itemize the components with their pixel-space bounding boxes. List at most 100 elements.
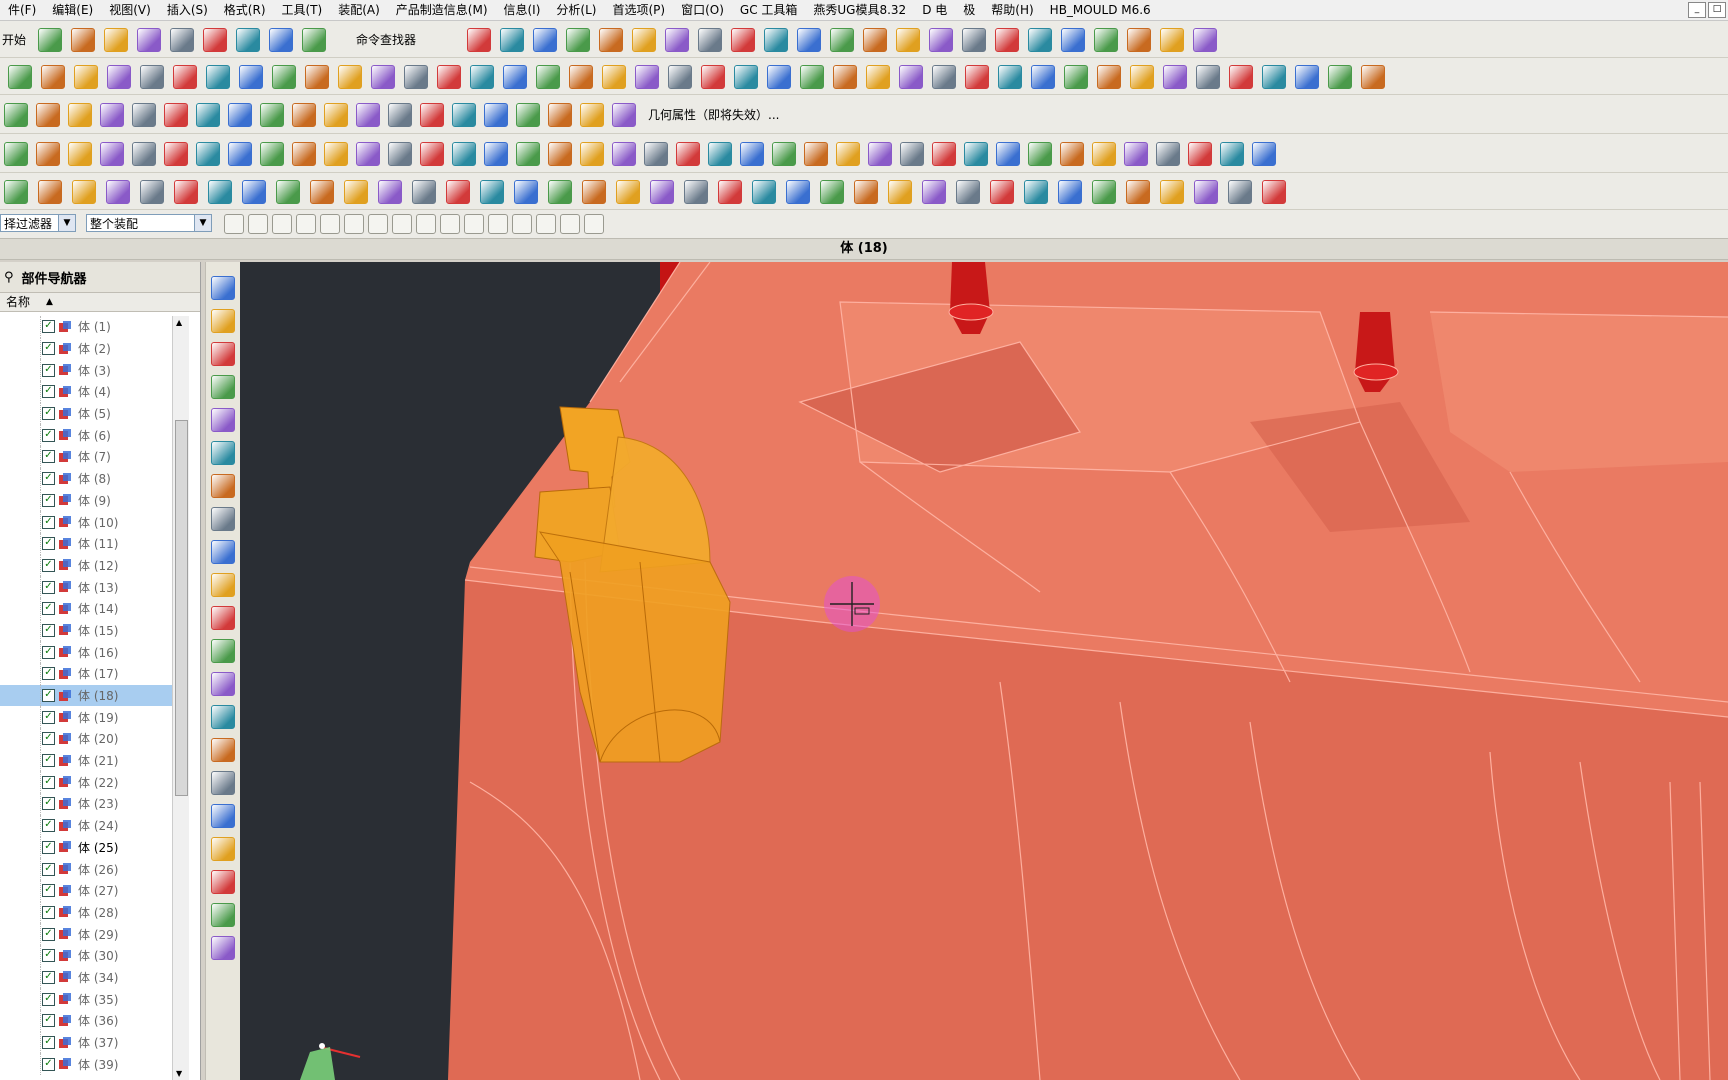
tool-icon[interactable] — [616, 180, 640, 204]
visibility-checkbox[interactable]: ✓ — [42, 515, 55, 529]
menu-item[interactable]: 窗口(O) — [673, 0, 732, 20]
scroll-down-icon[interactable]: ▼ — [176, 1069, 182, 1078]
tree-row[interactable]: ✓ 体 (9) — [0, 489, 172, 512]
tool-icon[interactable] — [830, 28, 854, 52]
visibility-checkbox[interactable]: ✓ — [42, 602, 55, 616]
snap-point-icon[interactable] — [584, 214, 604, 234]
tool-icon[interactable] — [4, 103, 28, 127]
tool-icon[interactable] — [698, 28, 722, 52]
type-filter-select[interactable]: 择过滤器 ▼ — [0, 214, 76, 232]
resource-tab-icon[interactable] — [211, 375, 235, 399]
tool-icon[interactable] — [676, 142, 700, 166]
new-file-icon[interactable] — [38, 28, 62, 52]
tool-icon[interactable] — [998, 65, 1022, 89]
tool-icon[interactable] — [896, 28, 920, 52]
tool-icon[interactable] — [74, 65, 98, 89]
visibility-checkbox[interactable]: ✓ — [42, 775, 55, 789]
scroll-up-icon[interactable]: ▲ — [176, 318, 182, 327]
tool-icon[interactable] — [731, 28, 755, 52]
tool-icon[interactable] — [446, 180, 470, 204]
tool-icon[interactable] — [582, 180, 606, 204]
tool-icon[interactable] — [644, 142, 668, 166]
resource-tab-icon[interactable] — [211, 309, 235, 333]
menu-item[interactable]: 燕秀UG模具8.32 — [805, 0, 914, 20]
visibility-checkbox[interactable]: ✓ — [42, 537, 55, 551]
visibility-checkbox[interactable]: ✓ — [42, 819, 55, 833]
visibility-checkbox[interactable]: ✓ — [42, 992, 55, 1006]
tool-icon[interactable] — [1060, 142, 1084, 166]
tool-icon[interactable] — [854, 180, 878, 204]
menu-item[interactable]: 首选项(P) — [604, 0, 673, 20]
pin-icon[interactable]: ⚲ — [4, 270, 14, 285]
tool-icon[interactable] — [684, 180, 708, 204]
tool-icon[interactable] — [164, 103, 188, 127]
tool-icon[interactable] — [516, 142, 540, 166]
tool-icon[interactable] — [734, 65, 758, 89]
tool-icon[interactable] — [292, 142, 316, 166]
tool-icon[interactable] — [420, 142, 444, 166]
tool-icon[interactable] — [1092, 142, 1116, 166]
tool-icon[interactable] — [467, 28, 491, 52]
menu-item[interactable]: 产品制造信息(M) — [388, 0, 496, 20]
menu-item[interactable]: D 电 — [914, 0, 955, 20]
tool-icon[interactable] — [1094, 28, 1118, 52]
tool-icon[interactable] — [302, 28, 326, 52]
tool-icon[interactable] — [599, 28, 623, 52]
tree-row[interactable]: ✓ 体 (12) — [0, 554, 172, 577]
tool-icon[interactable] — [388, 142, 412, 166]
tool-icon[interactable] — [452, 142, 476, 166]
visibility-checkbox[interactable]: ✓ — [42, 840, 55, 854]
visibility-checkbox[interactable]: ✓ — [42, 970, 55, 984]
tool-icon[interactable] — [1188, 142, 1212, 166]
visibility-checkbox[interactable]: ✓ — [42, 363, 55, 377]
tool-icon[interactable] — [1156, 142, 1180, 166]
graphics-window[interactable] — [240, 262, 1728, 1080]
start-menu-button[interactable]: 开始 — [2, 31, 26, 48]
tool-icon[interactable] — [1130, 65, 1154, 89]
visibility-checkbox[interactable]: ✓ — [42, 927, 55, 941]
tool-icon[interactable] — [922, 180, 946, 204]
tool-icon[interactable] — [863, 28, 887, 52]
tool-icon[interactable] — [480, 180, 504, 204]
tool-icon[interactable] — [292, 103, 316, 127]
tool-icon[interactable] — [1092, 180, 1116, 204]
tool-icon[interactable] — [1126, 180, 1150, 204]
tool-icon[interactable] — [338, 65, 362, 89]
tool-icon[interactable] — [36, 142, 60, 166]
tool-icon[interactable] — [1058, 180, 1082, 204]
tool-icon[interactable] — [1031, 65, 1055, 89]
column-header-name[interactable]: 名称 ▲ — [0, 293, 200, 312]
tool-icon[interactable] — [964, 142, 988, 166]
tree-row[interactable]: ✓ 体 (18) — [0, 684, 172, 707]
tool-icon[interactable] — [356, 103, 380, 127]
tool-icon[interactable] — [132, 142, 156, 166]
tool-icon[interactable] — [500, 28, 524, 52]
tool-icon[interactable] — [356, 142, 380, 166]
tool-icon[interactable] — [701, 65, 725, 89]
snap-point-icon[interactable] — [488, 214, 508, 234]
tool-icon[interactable] — [388, 103, 412, 127]
tool-icon[interactable] — [820, 180, 844, 204]
tool-icon[interactable] — [140, 65, 164, 89]
tool-icon[interactable] — [106, 180, 130, 204]
menu-item[interactable]: 分析(L) — [548, 0, 604, 20]
snap-point-icon[interactable] — [224, 214, 244, 234]
resource-tab-icon[interactable] — [211, 606, 235, 630]
command-finder-button[interactable]: 命令查找器 — [356, 31, 416, 48]
tool-icon[interactable] — [324, 103, 348, 127]
tool-icon[interactable] — [324, 142, 348, 166]
tree-row[interactable]: ✓ 体 (22) — [0, 771, 172, 794]
tool-icon[interactable] — [1252, 142, 1276, 166]
visibility-checkbox[interactable]: ✓ — [42, 884, 55, 898]
tool-icon[interactable] — [836, 142, 860, 166]
tool-icon[interactable] — [767, 65, 791, 89]
tree-row[interactable]: ✓ 体 (30) — [0, 944, 172, 967]
tree-row[interactable]: ✓ 体 (35) — [0, 988, 172, 1010]
resource-tab-icon[interactable] — [211, 474, 235, 498]
tree-row[interactable]: ✓ 体 (11) — [0, 532, 172, 555]
visibility-checkbox[interactable]: ✓ — [42, 905, 55, 919]
visibility-checkbox[interactable]: ✓ — [42, 1036, 55, 1050]
tool-icon[interactable] — [866, 65, 890, 89]
tool-icon[interactable] — [437, 65, 461, 89]
tool-icon[interactable] — [566, 28, 590, 52]
